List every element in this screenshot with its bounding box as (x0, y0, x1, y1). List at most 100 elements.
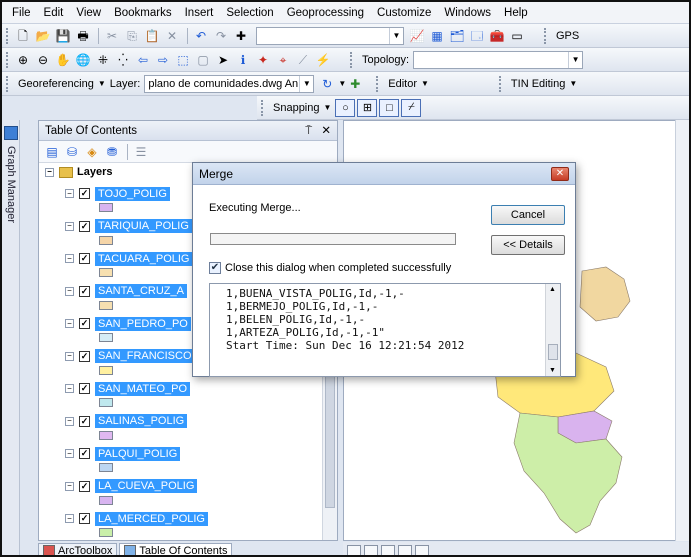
python-window-icon[interactable]: ▭ (508, 27, 526, 45)
graph-manager-strip[interactable]: Graph Manager (2, 120, 20, 555)
details-button[interactable]: << Details (491, 235, 565, 255)
snapping-menu[interactable]: Snapping (273, 102, 320, 114)
georeferencing-menu[interactable]: Georeferencing (18, 78, 94, 90)
layer-name[interactable]: SAN_FRANCISCO (95, 349, 195, 363)
zoom-in-icon[interactable]: ⊕ (14, 51, 32, 69)
collapse-icon[interactable]: − (65, 514, 74, 523)
delete-icon[interactable]: ✕ (163, 27, 181, 45)
search-window-icon[interactable]: 🗔 (468, 27, 486, 45)
layer-visibility-checkbox[interactable]: ✓ (79, 513, 90, 524)
layer-symbol-swatch[interactable] (99, 495, 113, 505)
vertex-snap-icon[interactable]: □ (379, 98, 400, 117)
layer-name[interactable]: LA_MERCED_POLIG (95, 511, 208, 526)
collapse-icon[interactable]: − (65, 286, 74, 296)
back-extent-icon[interactable]: ⇦ (134, 51, 152, 69)
collapse-icon[interactable]: − (65, 384, 74, 393)
pause-drawing-icon[interactable] (398, 544, 412, 555)
list-by-drawing-order-icon[interactable]: ▤ (43, 143, 61, 161)
catalog-icon[interactable]: 🗂 (448, 27, 466, 45)
toc-layer[interactable]: − ✓ LA_CUEVA_POLIG (65, 478, 323, 510)
fixed-zoom-out-icon[interactable]: ⁛ (114, 51, 132, 69)
layer-symbol-swatch[interactable] (99, 203, 113, 212)
select-elements-icon[interactable]: ➤ (214, 51, 232, 69)
menu-geoprocessing[interactable]: Geoprocessing (287, 7, 364, 19)
list-by-visibility-icon[interactable]: ◈ (83, 143, 101, 161)
print-icon[interactable]: 🖶 (74, 27, 92, 45)
scroll-down-icon[interactable]: ▼ (549, 367, 556, 374)
layer-symbol-swatch[interactable] (99, 268, 113, 277)
layer-visibility-checkbox[interactable]: ✓ (79, 448, 90, 459)
toolbar-grip[interactable] (261, 99, 265, 116)
scroll-thumb[interactable] (548, 344, 558, 360)
layer-symbol-swatch[interactable] (99, 300, 113, 310)
layer-name[interactable]: SAN_PEDRO_PO (95, 316, 191, 331)
menu-windows[interactable]: Windows (444, 7, 491, 19)
collapse-icon[interactable]: − (65, 481, 74, 491)
layer-visibility-checkbox[interactable]: ✓ (79, 383, 90, 394)
go-to-xy-icon[interactable]: ⌖ (274, 51, 292, 69)
layer-name[interactable]: SALINAS_POLIG (95, 414, 188, 428)
paste-icon[interactable]: 📋 (143, 27, 161, 45)
identify-icon[interactable]: ℹ (234, 51, 252, 69)
collapse-icon[interactable]: − (65, 189, 74, 198)
refresh-icon[interactable] (381, 544, 395, 555)
full-extent-icon[interactable]: 🌐 (74, 51, 92, 69)
rotate-icon[interactable]: ↻ (318, 75, 336, 93)
copy-icon[interactable]: ⎘ (123, 27, 141, 45)
editor-toolbar-icon[interactable]: 📈 (408, 27, 426, 45)
layers-root[interactable]: − Layers (45, 166, 112, 178)
tab-table-of-contents[interactable]: Table Of Contents (119, 542, 233, 555)
menu-help[interactable]: Help (504, 7, 528, 19)
list-by-source-icon[interactable]: ⛁ (63, 143, 81, 161)
layer-name[interactable]: SAN_MATEO_PO (95, 381, 191, 396)
layer-symbol-swatch[interactable] (99, 235, 113, 245)
close-when-done-option[interactable]: ✔ Close this dialog when completed succe… (209, 262, 451, 274)
layer-name[interactable]: PALQUI_POLIG (95, 446, 181, 461)
collapse-icon[interactable]: − (65, 254, 74, 263)
polygon-tan[interactable] (579, 266, 631, 322)
message-log[interactable]: 1,BUENA_VISTA_POLIG,Id,-1,- 1,BERMEJO_PO… (209, 283, 561, 377)
collapse-icon[interactable]: − (45, 167, 54, 177)
collapse-icon[interactable]: − (65, 319, 74, 328)
menu-bookmarks[interactable]: Bookmarks (114, 7, 172, 19)
topology-combo[interactable]: ▼ (413, 50, 584, 69)
layer-visibility-checkbox[interactable]: ✓ (79, 318, 90, 329)
collapse-icon[interactable]: − (65, 351, 74, 361)
layer-name[interactable]: TARIQUIA_POLIG (95, 219, 192, 233)
edge-snap-icon[interactable]: ⌿ (401, 98, 422, 117)
log-scrollbar[interactable]: ▲ ▼ (545, 284, 560, 376)
menu-view[interactable]: View (76, 7, 101, 19)
toc-layer[interactable]: − ✓ PALQUI_POLIG (65, 445, 323, 477)
select-features-icon[interactable]: ⬚ (174, 51, 192, 69)
toolbar-grip[interactable] (6, 75, 10, 92)
layer-symbol-swatch[interactable] (99, 528, 113, 537)
collapse-icon[interactable]: − (65, 221, 74, 231)
tin-editing-menu[interactable]: TIN Editing (511, 78, 565, 90)
close-when-done-checkbox[interactable]: ✔ (209, 262, 221, 274)
layer-visibility-checkbox[interactable]: ✓ (79, 480, 90, 492)
find-icon[interactable]: ✦ (254, 51, 272, 69)
layer-symbol-swatch[interactable] (99, 430, 113, 440)
list-by-selection-icon[interactable]: ⛃ (103, 143, 121, 161)
collapse-icon[interactable]: − (65, 449, 74, 458)
collapse-icon[interactable]: − (65, 416, 74, 426)
options-icon[interactable]: ☰ (132, 143, 150, 161)
data-view-icon[interactable] (347, 544, 361, 555)
toc-layer[interactable]: − ✓ SALINAS_POLIG (65, 413, 323, 445)
cut-icon[interactable]: ✂ (103, 27, 121, 45)
toolbar-grip[interactable] (350, 51, 354, 68)
toc-layer[interactable]: − ✓ LA_MERCED_POLIG (65, 510, 323, 540)
clear-selection-icon[interactable]: ▢ (194, 51, 212, 69)
pin-icon[interactable]: ⍑ (305, 125, 312, 137)
layer-name[interactable]: SANTA_CRUZ_A (95, 284, 187, 298)
pan-icon[interactable]: ✋ (54, 51, 72, 69)
zoom-out-icon[interactable]: ⊖ (34, 51, 52, 69)
layer-visibility-checkbox[interactable]: ✓ (79, 220, 90, 232)
end-snap-icon[interactable]: ⊞ (357, 98, 378, 117)
layer-name[interactable]: TOJO_POLIG (95, 186, 170, 201)
layer-visibility-checkbox[interactable]: ✓ (79, 350, 90, 362)
layer-visibility-checkbox[interactable]: ✓ (79, 188, 90, 199)
measure-icon[interactable]: ⟋ (294, 51, 312, 69)
gps-menu[interactable]: GPS (556, 30, 579, 42)
forward-extent-icon[interactable]: ⇨ (154, 51, 172, 69)
